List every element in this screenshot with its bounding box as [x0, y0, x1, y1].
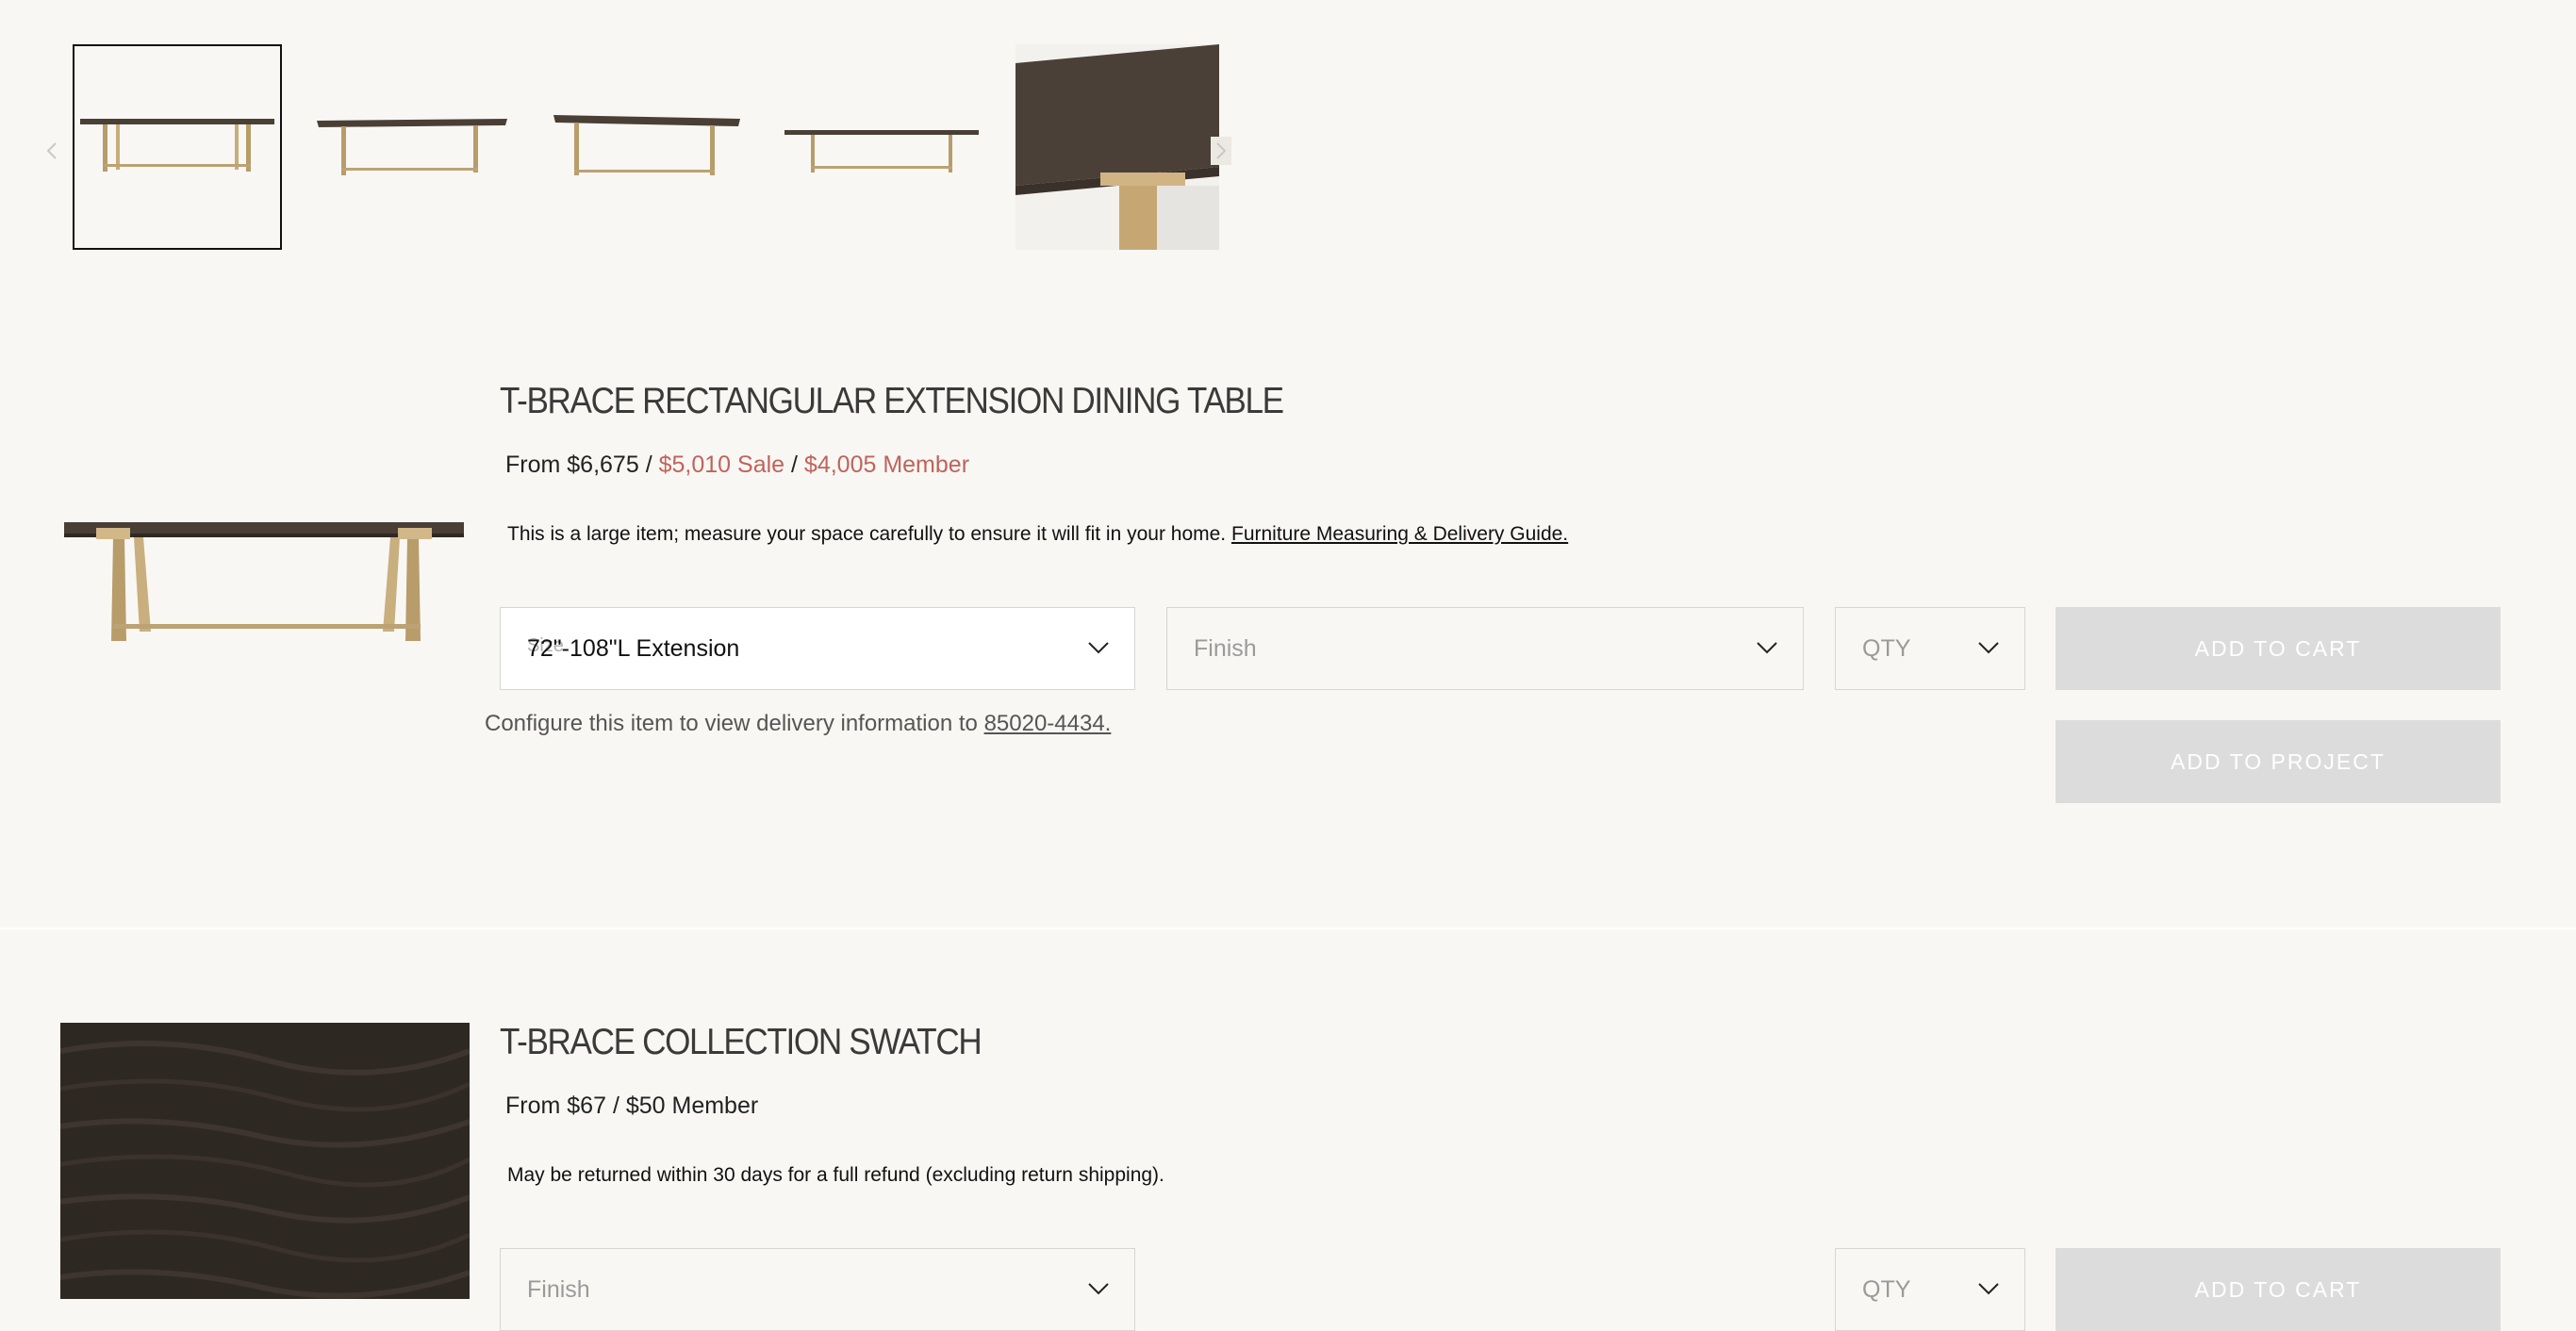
price-member: $50 Member: [625, 1093, 759, 1119]
qty-select[interactable]: QTY: [1835, 607, 2025, 690]
add-to-project-button[interactable]: ADD TO PROJECT: [2056, 720, 2501, 803]
delivery-zip-link[interactable]: 85020-4434.: [984, 711, 1112, 736]
price-separator: /: [645, 452, 652, 478]
swatch-finish-select[interactable]: Finish: [500, 1248, 1135, 1331]
price-line: From $6,675 / $5,010 Sale / $4,005 Membe…: [505, 452, 969, 479]
finish-placeholder: Finish: [1194, 634, 1257, 662]
price-separator: /: [791, 452, 798, 478]
swatch-add-to-cart-button[interactable]: ADD TO CART: [2056, 1248, 2501, 1331]
chevron-down-icon: [1978, 1283, 1999, 1295]
size-value: 72"-108"L Extension: [527, 634, 740, 662]
section-divider: [0, 928, 2576, 929]
finish-placeholder: Finish: [527, 1275, 590, 1303]
swatch-image[interactable]: [60, 1023, 470, 1299]
swatch-qty-select[interactable]: QTY: [1835, 1248, 2025, 1331]
size-select[interactable]: Size 72"-108"L Extension: [500, 607, 1135, 690]
table-thumbnail-image: [784, 130, 979, 173]
table-thumbnail-image: [80, 119, 274, 172]
qty-placeholder: QTY: [1862, 1275, 1911, 1303]
price-separator: /: [612, 1093, 619, 1119]
table-corner-detail-image: [1016, 44, 1219, 250]
note-text: This is a large item; measure your space…: [507, 523, 1227, 545]
price-from: From $6,675: [505, 452, 639, 478]
price-from: From $67: [505, 1093, 606, 1119]
chevron-down-icon: [1088, 1283, 1109, 1295]
thumbnail-3[interactable]: [542, 44, 751, 250]
thumbnail-1[interactable]: [73, 44, 282, 250]
price-member: $4,005 Member: [803, 452, 970, 478]
swatch-note: May be returned within 30 days for a ful…: [507, 1164, 1164, 1186]
product-note: This is a large item; measure your space…: [507, 523, 1568, 546]
carousel-prev-button[interactable]: [41, 137, 62, 165]
qty-placeholder: QTY: [1862, 634, 1911, 662]
thumbnail-5[interactable]: [1016, 44, 1219, 250]
delivery-text: Configure this item to view delivery inf…: [485, 711, 978, 736]
thumbnail-2[interactable]: [307, 44, 517, 250]
chevron-down-icon: [1088, 642, 1109, 654]
delivery-info: Configure this item to view delivery inf…: [485, 711, 1111, 737]
product-image[interactable]: [58, 500, 470, 660]
finish-select[interactable]: Finish: [1166, 607, 1804, 690]
thumbnail-4[interactable]: [777, 44, 986, 250]
table-thumbnail-image: [553, 115, 740, 175]
chevron-left-icon: [46, 142, 57, 159]
measuring-guide-link[interactable]: Furniture Measuring & Delivery Guide.: [1231, 523, 1568, 545]
table-thumbnail-image: [317, 119, 507, 175]
swatch-price-line: From $67 / $50 Member: [505, 1093, 758, 1120]
price-sale: $5,010 Sale: [658, 452, 785, 478]
carousel-next-button[interactable]: [1211, 137, 1231, 165]
add-to-cart-button[interactable]: ADD TO CART: [2056, 607, 2501, 690]
chevron-right-icon: [1216, 142, 1227, 159]
chevron-down-icon: [1757, 642, 1777, 654]
dining-table-image: [64, 522, 464, 641]
wood-swatch-image: [60, 1023, 470, 1299]
chevron-down-icon: [1978, 642, 1999, 654]
product-title: T-BRACE RECTANGULAR EXTENSION DINING TAB…: [500, 381, 1284, 421]
swatch-title: T-BRACE COLLECTION SWATCH: [500, 1022, 983, 1062]
